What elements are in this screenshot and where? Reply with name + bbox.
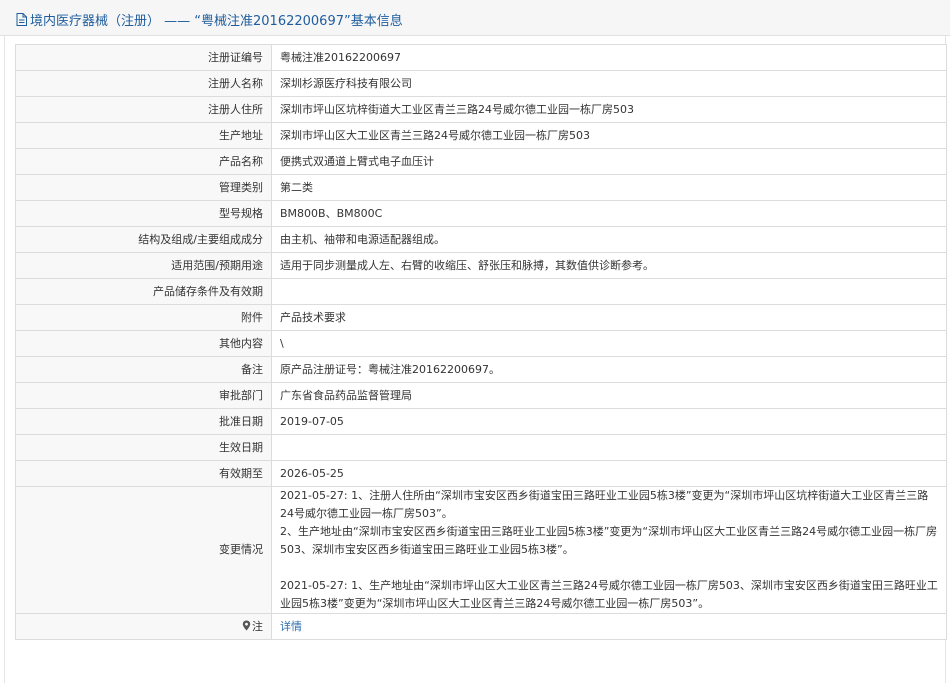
row-value: 产品技术要求	[271, 304, 947, 331]
row-value: 深圳杉源医疗科技有限公司	[271, 70, 947, 97]
details-link[interactable]: 详情	[280, 620, 302, 633]
row-label: 产品储存条件及有效期	[15, 278, 272, 305]
table-row: 管理类别 第二类	[15, 174, 947, 201]
row-value: 便携式双通道上臂式电子血压计	[271, 148, 947, 175]
change-entry: 2021-05-27: 1、生产地址由“深圳市坪山区大工业区青兰三路24号威尔德…	[280, 579, 938, 610]
change-spacer	[280, 559, 938, 577]
info-table: 注册证编号 粤械注准20162200697 注册人名称 深圳杉源医疗科技有限公司 注…	[15, 44, 947, 640]
row-value: 2019-07-05	[271, 408, 947, 435]
row-value: 深圳市坪山区大工业区青兰三路24号威尔德工业园一栋厂房503	[271, 122, 947, 149]
row-label: 生效日期	[15, 434, 272, 461]
row-value: 第二类	[271, 174, 947, 201]
row-label: 产品名称	[15, 148, 272, 175]
row-label: 生产地址	[15, 122, 272, 149]
row-label: 结构及组成/主要组成成分	[15, 226, 272, 253]
row-label: 适用范围/预期用途	[15, 252, 272, 279]
row-value: 粤械注准20162200697	[271, 44, 947, 71]
table-row: 审批部门 广东省食品药品监督管理局	[15, 382, 947, 409]
table-row: 注册人住所 深圳市坪山区坑梓街道大工业区青兰三路24号威尔德工业园一栋厂房503	[15, 96, 947, 123]
table-row: 其他内容 \	[15, 330, 947, 357]
row-label: 审批部门	[15, 382, 272, 409]
page-title-wrap: 境内医疗器械（注册） —— “粤械注准20162200697”基本信息	[16, 10, 403, 29]
table-row: 注册人名称 深圳杉源医疗科技有限公司	[15, 70, 947, 97]
document-icon	[16, 12, 27, 26]
row-label: 批准日期	[15, 408, 272, 435]
title-bar: 境内医疗器械（注册） —— “粤械注准20162200697”基本信息	[0, 0, 950, 36]
row-label: 管理类别	[15, 174, 272, 201]
page-title: 境内医疗器械（注册） —— “粤械注准20162200697”基本信息	[30, 13, 403, 29]
row-value: 原产品注册证号：粤械注准20162200697。	[271, 356, 947, 383]
row-label: 附件	[15, 304, 272, 331]
change-entry: 2021-05-27: 1、注册人住所由“深圳市宝安区西乡街道宝田三路旺业工业园…	[280, 489, 929, 520]
change-entry: 2、生产地址由“深圳市宝安区西乡街道宝田三路旺业工业园5栋3楼”变更为“深圳市坪…	[280, 525, 938, 556]
row-label: 注册人名称	[15, 70, 272, 97]
row-value: 由主机、袖带和电源适配器组成。	[271, 226, 947, 253]
location-pin-icon	[242, 620, 251, 630]
row-label: 其他内容	[15, 330, 272, 357]
row-value: 适用于同步测量成人左、右臂的收缩压、舒张压和脉搏，其数值供诊断参考。	[271, 252, 947, 279]
changes-label: 变更情况	[15, 486, 272, 614]
changes-value: 2021-05-27: 1、注册人住所由“深圳市宝安区西乡街道宝田三路旺业工业园…	[271, 486, 947, 614]
table-row: 注册证编号 粤械注准20162200697	[15, 44, 947, 71]
table-row: 批准日期 2019-07-05	[15, 408, 947, 435]
table-row: 产品名称 便携式双通道上臂式电子血压计	[15, 148, 947, 175]
row-value	[271, 278, 947, 305]
table-row: 附件 产品技术要求	[15, 304, 947, 331]
row-value: BM800B、BM800C	[271, 200, 947, 227]
row-value: 2026-05-25	[271, 460, 947, 487]
table-row: 型号规格 BM800B、BM800C	[15, 200, 947, 227]
note-value: 详情	[271, 613, 947, 640]
table-row: 生产地址 深圳市坪山区大工业区青兰三路24号威尔德工业园一栋厂房503	[15, 122, 947, 149]
row-label: 有效期至	[15, 460, 272, 487]
table-row: 结构及组成/主要组成成分 由主机、袖带和电源适配器组成。	[15, 226, 947, 253]
row-value: \	[271, 330, 947, 357]
row-label: 注册证编号	[15, 44, 272, 71]
table-row: 产品储存条件及有效期	[15, 278, 947, 305]
table-row: 有效期至 2026-05-25	[15, 460, 947, 487]
table-row: 适用范围/预期用途 适用于同步测量成人左、右臂的收缩压、舒张压和脉搏，其数值供诊断…	[15, 252, 947, 279]
table-row: 备注 原产品注册证号：粤械注准20162200697。	[15, 356, 947, 383]
note-row: 注 详情	[15, 613, 947, 640]
row-value: 深圳市坪山区坑梓街道大工业区青兰三路24号威尔德工业园一栋厂房503	[271, 96, 947, 123]
changes-row: 变更情况 2021-05-27: 1、注册人住所由“深圳市宝安区西乡街道宝田三路…	[15, 486, 947, 614]
note-label: 注	[252, 619, 263, 633]
row-label: 注册人住所	[15, 96, 272, 123]
table-row: 生效日期	[15, 434, 947, 461]
row-value	[271, 434, 947, 461]
row-label: 型号规格	[15, 200, 272, 227]
row-label: 备注	[15, 356, 272, 383]
row-value: 广东省食品药品监督管理局	[271, 382, 947, 409]
note-label-cell: 注	[15, 613, 272, 640]
